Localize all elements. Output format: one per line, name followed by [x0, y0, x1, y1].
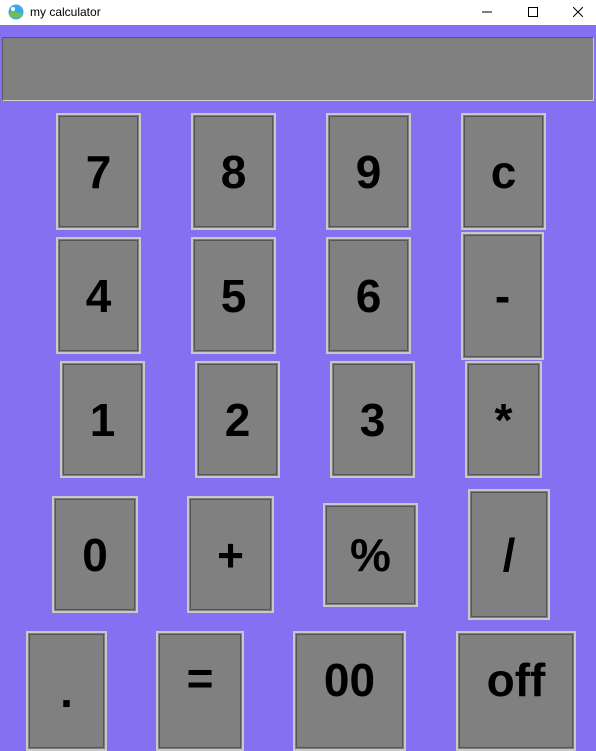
key-9-label: 9 [355, 145, 382, 198]
divide-button-label: / [502, 528, 516, 581]
key-4[interactable]: 4 [56, 237, 141, 354]
calculator-display[interactable] [2, 37, 594, 101]
subtract-button-label: - [494, 270, 511, 322]
key-4-label: 4 [85, 269, 112, 322]
key-8[interactable]: 8 [191, 113, 276, 230]
clear-button[interactable]: c [461, 113, 546, 230]
multiply-button-label: * [494, 393, 513, 446]
window-title: my calculator [30, 5, 101, 19]
percent-button[interactable]: % [323, 503, 418, 607]
double-zero-button[interactable]: 00 [293, 631, 406, 751]
add-button-label: + [217, 528, 244, 581]
key-5[interactable]: 5 [191, 237, 276, 354]
double-zero-button-label: 00 [323, 654, 376, 706]
multiply-button[interactable]: * [465, 361, 542, 478]
key-2[interactable]: 2 [195, 361, 280, 478]
divide-button[interactable]: / [468, 489, 550, 620]
key-7-label: 7 [85, 145, 112, 198]
percent-button-label: % [350, 529, 391, 581]
key-7[interactable]: 7 [56, 113, 141, 230]
title-bar: my calculator [0, 0, 596, 25]
equals-button[interactable]: = [156, 631, 244, 751]
off-button-label: off [486, 654, 546, 706]
key-3[interactable]: 3 [330, 361, 415, 478]
off-button[interactable]: off [456, 631, 576, 751]
decimal-button[interactable]: . [26, 631, 107, 751]
decimal-button-label: . [60, 665, 73, 717]
key-8-label: 8 [220, 145, 247, 198]
key-1-label: 1 [89, 393, 116, 446]
minimize-icon [482, 11, 492, 13]
app-icon [8, 4, 24, 20]
key-6[interactable]: 6 [326, 237, 411, 354]
close-icon [573, 7, 583, 17]
add-button[interactable]: + [187, 496, 274, 613]
minimize-button[interactable] [464, 0, 510, 25]
subtract-button[interactable]: - [461, 232, 544, 360]
key-1[interactable]: 1 [60, 361, 145, 478]
close-button[interactable] [555, 0, 596, 25]
key-6-label: 6 [355, 269, 382, 322]
key-0-label: 0 [82, 528, 108, 581]
clear-button-label: c [490, 145, 517, 198]
key-2-label: 2 [224, 393, 251, 446]
maximize-button[interactable] [510, 0, 556, 25]
key-3-label: 3 [359, 393, 386, 446]
maximize-icon [528, 7, 538, 17]
key-5-label: 5 [220, 269, 247, 322]
equals-button-label: = [186, 652, 214, 704]
key-9[interactable]: 9 [326, 113, 411, 230]
key-0[interactable]: 0 [52, 496, 138, 613]
